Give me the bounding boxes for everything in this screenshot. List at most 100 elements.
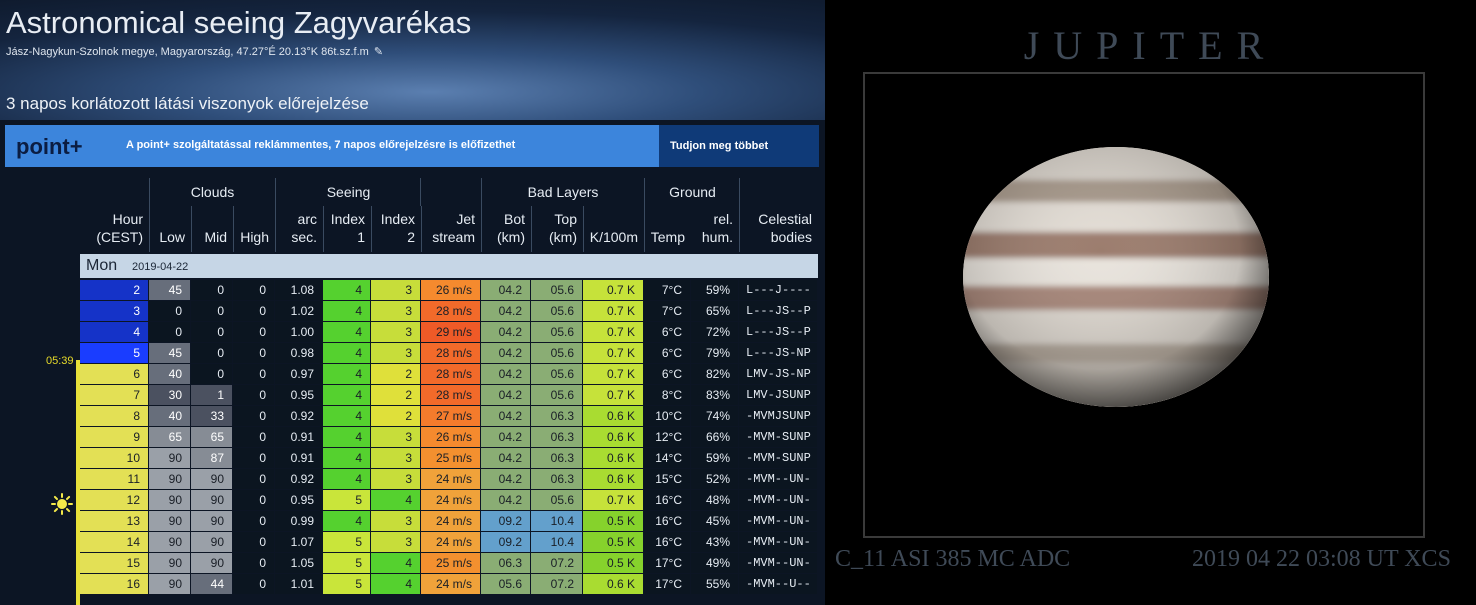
- cell-mid: 0: [191, 301, 232, 321]
- cell-high: 0: [233, 553, 274, 573]
- cell-i2: 3: [371, 469, 420, 489]
- location-line: Jász-Nagykun-Szolnok megye, Magyarország…: [6, 45, 383, 58]
- cell-low: 40: [149, 364, 190, 384]
- cell-i1: 4: [323, 469, 370, 489]
- cell-top: 05.6: [531, 301, 582, 321]
- cell-hum: 48%: [691, 490, 738, 510]
- cell-k: 0.7 K: [583, 364, 643, 384]
- cell-hour: 10: [80, 448, 148, 468]
- column-header-hour: Hour (CEST): [96, 211, 143, 245]
- cell-i1: 5: [323, 490, 370, 510]
- cell-bot: 04.2: [481, 385, 530, 405]
- cell-i2: 2: [371, 406, 420, 426]
- cell-i2: 3: [371, 301, 420, 321]
- promo-banner[interactable]: point+ A point+ szolgáltatással reklámme…: [5, 125, 819, 167]
- cell-high: 0: [233, 511, 274, 531]
- seeing-forecast-panel: Astronomical seeing Zagyvarékas Jász-Nag…: [0, 0, 825, 605]
- cell-mid: 44: [191, 574, 232, 594]
- cell-bot: 04.2: [481, 490, 530, 510]
- cell-jet: 28 m/s: [421, 343, 480, 363]
- cell-i1: 4: [323, 427, 370, 447]
- column-header-index2: Index 2: [371, 206, 421, 252]
- cell-k: 0.7 K: [583, 322, 643, 342]
- cell-high: 0: [233, 532, 274, 552]
- cell-hour: 16: [80, 574, 148, 594]
- column-header-k100: K/100m: [583, 206, 644, 252]
- cell-top: 05.6: [531, 280, 582, 300]
- cell-hum: 83%: [691, 385, 738, 405]
- column-header-bot: Bot (km): [481, 206, 531, 252]
- cell-high: 0: [233, 427, 274, 447]
- cell-i2: 3: [371, 322, 420, 342]
- cell-hum: 82%: [691, 364, 738, 384]
- cell-jet: 24 m/s: [421, 469, 480, 489]
- cell-arc: 1.02: [275, 301, 322, 321]
- cell-i1: 4: [323, 406, 370, 426]
- cell-top: 06.3: [531, 469, 582, 489]
- cell-high: 0: [233, 406, 274, 426]
- cell-bodies: LMV-JSUNP: [739, 385, 817, 405]
- cell-hour: 6: [80, 364, 148, 384]
- cell-low: 45: [149, 343, 190, 363]
- image-caption-equipment: C_11 ASI 385 MC ADC: [835, 546, 1071, 572]
- cell-high: 0: [233, 301, 274, 321]
- cell-hour: 15: [80, 553, 148, 573]
- cell-bot: 04.2: [481, 280, 530, 300]
- day-header: Mon 2019-04-22: [80, 254, 818, 278]
- cell-i2: 2: [371, 385, 420, 405]
- cell-temp: 6°C: [644, 322, 690, 342]
- cell-mid: 90: [191, 490, 232, 510]
- cell-mid: 90: [191, 553, 232, 573]
- cell-top: 05.6: [531, 490, 582, 510]
- cell-bodies: -MVM--U--: [739, 574, 817, 594]
- jupiter-planet: [963, 147, 1269, 407]
- cell-mid: 0: [191, 343, 232, 363]
- cell-bodies: -MVM-SUNP: [739, 448, 817, 468]
- learn-more-button[interactable]: Tudjon meg többet: [659, 125, 819, 167]
- cell-i1: 4: [323, 448, 370, 468]
- cell-k: 0.7 K: [583, 301, 643, 321]
- cell-bot: 06.3: [481, 553, 530, 573]
- image-title: JUPITER: [1023, 23, 1278, 68]
- cell-bot: 09.2: [481, 532, 530, 552]
- group-header-bad-layers: Bad Layers: [481, 178, 644, 206]
- edit-icon[interactable]: ✎: [374, 45, 383, 58]
- cell-i2: 4: [371, 553, 420, 573]
- cell-hum: 65%: [691, 301, 738, 321]
- cell-arc: 0.98: [275, 343, 322, 363]
- cell-hum: 74%: [691, 406, 738, 426]
- cell-bodies: L---J----: [739, 280, 817, 300]
- cell-hum: 79%: [691, 343, 738, 363]
- cell-arc: 0.95: [275, 385, 322, 405]
- cell-temp: 10°C: [644, 406, 690, 426]
- cell-bodies: -MVM--UN-: [739, 490, 817, 510]
- cell-i2: 4: [371, 574, 420, 594]
- jupiter-image-panel: JUPITER C_11 ASI 385 MC ADC 2019 04 22 0…: [825, 0, 1476, 605]
- cell-i1: 5: [323, 532, 370, 552]
- cell-temp: 12°C: [644, 427, 690, 447]
- column-header-arc: arc sec.: [275, 206, 323, 252]
- cell-hour: 13: [80, 511, 148, 531]
- cell-arc: 1.05: [275, 553, 322, 573]
- cell-i2: 3: [371, 511, 420, 531]
- cell-i1: 4: [323, 301, 370, 321]
- cell-hour: 7: [80, 385, 148, 405]
- group-header-ground: Ground: [644, 178, 740, 206]
- cell-arc: 0.97: [275, 364, 322, 384]
- cell-hour: 2: [80, 280, 148, 300]
- cell-hum: 43%: [691, 532, 738, 552]
- cell-arc: 0.92: [275, 469, 322, 489]
- day-date: 2019-04-22: [132, 261, 189, 273]
- cell-low: 30: [149, 385, 190, 405]
- image-caption-timestamp: 2019 04 22 03:08 UT XCS: [1192, 546, 1451, 572]
- cell-bodies: L---JS--P: [739, 301, 817, 321]
- cell-bot: 04.2: [481, 427, 530, 447]
- cell-mid: 0: [191, 364, 232, 384]
- cell-top: 06.3: [531, 406, 582, 426]
- cell-temp: 16°C: [644, 511, 690, 531]
- cell-mid: 65: [191, 427, 232, 447]
- cell-hour: 8: [80, 406, 148, 426]
- cell-jet: 24 m/s: [421, 511, 480, 531]
- cell-mid: 0: [191, 280, 232, 300]
- cell-i1: 4: [323, 511, 370, 531]
